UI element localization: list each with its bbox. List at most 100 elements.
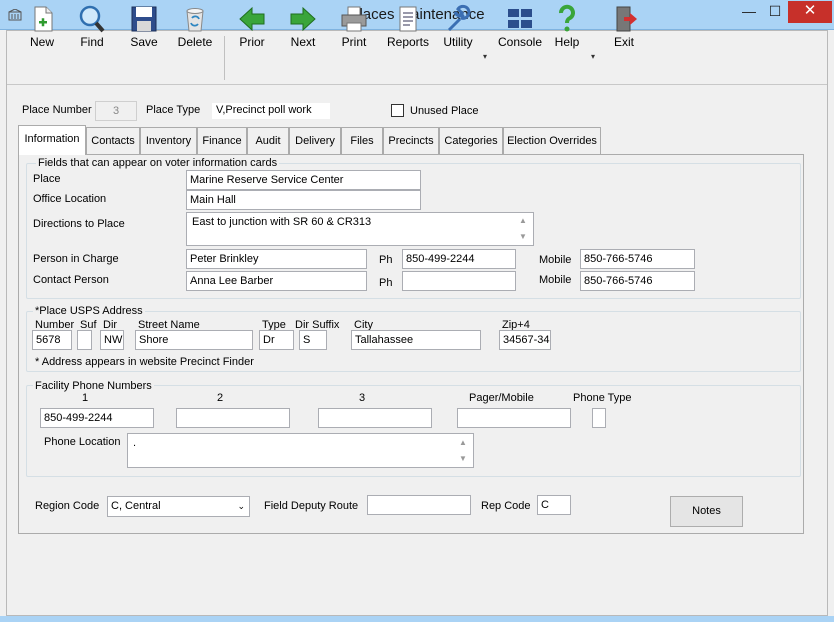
tab-information[interactable]: Information	[18, 125, 86, 155]
find-button[interactable]: Find	[70, 0, 114, 54]
reports-button[interactable]: Reports	[384, 0, 432, 54]
field-deputy-route-label: Field Deputy Route	[264, 500, 359, 512]
facility-phone-group-title: Facility Phone Numbers	[33, 380, 154, 393]
person-in-charge-field[interactable]: Peter Brinkley	[186, 249, 367, 269]
address-number-field[interactable]: 5678	[32, 330, 72, 350]
magnifier-icon	[79, 5, 105, 33]
phone-location-textarea[interactable]: .	[127, 433, 474, 468]
save-label: Save	[130, 35, 158, 49]
tab-inventory[interactable]: Inventory	[140, 127, 197, 154]
chevron-down-icon: ⌄	[237, 501, 245, 511]
notes-button[interactable]: Notes	[670, 496, 743, 527]
phone-type-label: Phone Type	[573, 392, 632, 404]
phone-location-text: .	[133, 437, 137, 449]
reports-label: Reports	[386, 35, 430, 49]
street-type-field[interactable]: Dr	[259, 330, 294, 350]
new-button[interactable]: New	[20, 0, 64, 54]
next-label: Next	[290, 35, 316, 49]
contact-person-mobile-field[interactable]: 850-766-5746	[580, 271, 695, 291]
help-button[interactable]: Help	[546, 0, 588, 54]
tab-categories[interactable]: Categories	[439, 127, 503, 154]
phone-location-scroll-down-icon[interactable]: ▼	[458, 454, 468, 463]
exit-door-icon	[616, 6, 637, 32]
person-in-charge-mobile-field[interactable]: 850-766-5746	[580, 249, 695, 269]
ph-label-1: Ph	[379, 254, 393, 266]
pager-mobile-field[interactable]	[457, 408, 571, 428]
tab-delivery[interactable]: Delivery	[289, 127, 341, 154]
unused-place-checkbox[interactable]	[391, 104, 404, 117]
dir-suffix-field[interactable]: S	[299, 330, 327, 350]
field-deputy-route-field[interactable]	[367, 495, 471, 515]
rep-code-field[interactable]: C	[537, 495, 571, 515]
phone-type-field[interactable]	[592, 408, 606, 428]
toolbar-separator	[224, 36, 225, 80]
place-type-value[interactable]: V,Precinct poll work	[212, 103, 330, 119]
place-type-label: Place Type	[146, 104, 201, 116]
tab-election-overrides[interactable]: Election Overrides	[503, 127, 601, 154]
place-number-label: Place Number	[22, 104, 92, 116]
report-document-icon	[399, 6, 417, 32]
contact-person-field[interactable]: Anna Lee Barber	[186, 271, 367, 291]
rep-code-label: Rep Code	[481, 500, 531, 512]
directions-text: East to junction with SR 60 & CR313	[192, 216, 372, 228]
utility-dropdown-icon[interactable]: ▾	[483, 52, 487, 61]
print-label: Print	[341, 35, 367, 49]
place-label: Place	[33, 173, 61, 185]
street-name-field[interactable]: Shore	[135, 330, 253, 350]
directions-scroll-up-icon[interactable]: ▲	[518, 216, 528, 225]
tab-precincts[interactable]: Precincts	[383, 127, 439, 154]
contact-person-phone-field[interactable]	[402, 271, 516, 291]
person-in-charge-phone-field[interactable]: 850-499-2244	[402, 249, 516, 269]
facility-phone-2-field[interactable]	[176, 408, 290, 428]
address-suffix-field[interactable]	[77, 330, 92, 350]
prior-button[interactable]: Prior	[230, 0, 274, 54]
facility-phone-3-field[interactable]	[318, 408, 432, 428]
pager-mobile-label: Pager/Mobile	[469, 392, 534, 404]
console-button[interactable]: Console	[496, 0, 544, 54]
person-in-charge-label: Person in Charge	[33, 253, 119, 265]
delete-button[interactable]: Delete	[172, 0, 218, 54]
directions-textarea[interactable]: East to junction with SR 60 & CR313	[186, 212, 534, 246]
arrow-right-icon	[290, 6, 316, 32]
floppy-disk-icon	[131, 6, 157, 32]
place-number-field: 3	[95, 101, 137, 121]
office-location-label: Office Location	[33, 193, 107, 205]
phone-col-2-label: 2	[217, 392, 224, 404]
tab-files[interactable]: Files	[341, 127, 383, 154]
address-dir-field[interactable]: NW	[100, 330, 124, 350]
next-button[interactable]: Next	[281, 0, 325, 54]
exit-label: Exit	[613, 35, 634, 49]
help-dropdown-icon[interactable]: ▾	[591, 52, 595, 61]
help-label: Help	[554, 35, 580, 49]
region-code-select[interactable]: C, Central ⌄	[107, 496, 250, 517]
usps-address-group-title: *Place USPS Address	[33, 305, 145, 318]
new-label: New	[29, 35, 54, 49]
phone-col-3-label: 3	[359, 392, 366, 404]
maximize-button[interactable]: ☐	[762, 1, 788, 23]
new-document-icon	[34, 6, 53, 32]
address-note: * Address appears in website Precinct Fi…	[35, 356, 254, 368]
directions-scroll-down-icon[interactable]: ▼	[518, 232, 528, 241]
utility-label: Utility	[443, 35, 473, 49]
window-bottom-border	[0, 616, 834, 622]
wrench-icon	[447, 4, 471, 32]
prior-label: Prior	[239, 35, 265, 49]
city-field[interactable]: Tallahassee	[351, 330, 481, 350]
phone-col-1-label: 1	[82, 392, 89, 404]
facility-phone-1-field[interactable]: 850-499-2244	[40, 408, 154, 428]
tab-contacts[interactable]: Contacts	[86, 127, 140, 154]
tab-finance[interactable]: Finance	[197, 127, 247, 154]
utility-button[interactable]: Utility	[436, 0, 480, 54]
office-location-field[interactable]: Main Hall	[186, 190, 421, 210]
printer-icon	[341, 6, 367, 32]
tab-audit[interactable]: Audit	[247, 127, 289, 154]
close-button[interactable]: ✕	[788, 1, 832, 23]
place-name-field[interactable]: Marine Reserve Service Center	[186, 170, 421, 190]
zip-field[interactable]: 34567-34	[499, 330, 551, 350]
print-button[interactable]: Print	[332, 0, 376, 54]
exit-button[interactable]: Exit	[604, 0, 644, 54]
minimize-button[interactable]: —	[736, 1, 762, 23]
save-button[interactable]: Save	[122, 0, 166, 54]
recycle-bin-icon	[186, 8, 204, 32]
phone-location-scroll-up-icon[interactable]: ▲	[458, 438, 468, 447]
